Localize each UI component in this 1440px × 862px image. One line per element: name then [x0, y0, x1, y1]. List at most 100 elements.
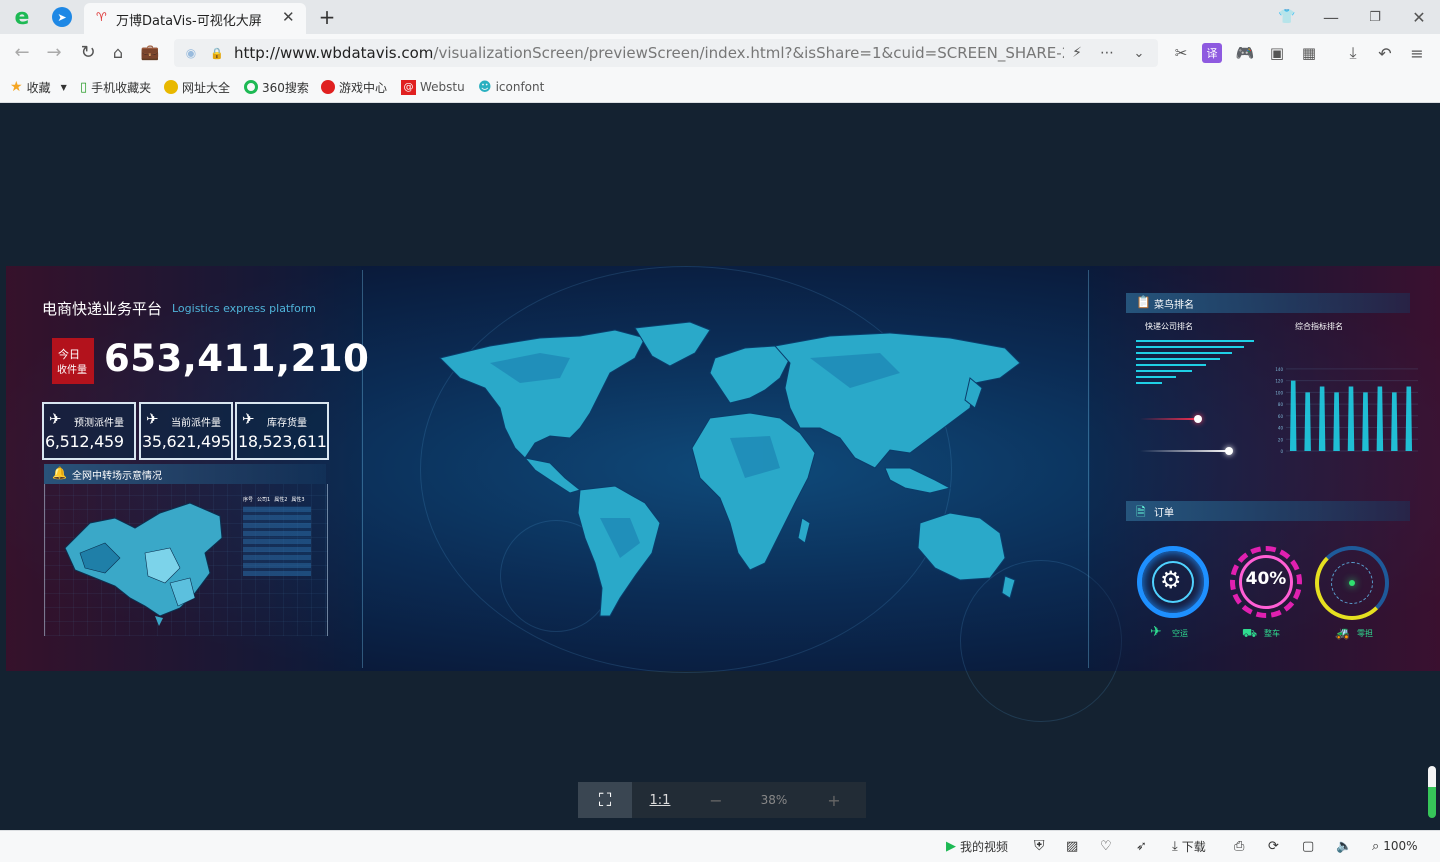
- url-host: http://www.wbdatavis.com: [234, 44, 434, 62]
- at-icon: @: [401, 79, 416, 95]
- more-icon[interactable]: ⋯: [1096, 42, 1118, 64]
- gauge-truck-label: 整车: [1264, 629, 1280, 638]
- telegram-icon[interactable]: ➤: [52, 7, 72, 27]
- map-section-header: 🔔 全网中转场示意情况: [44, 464, 326, 484]
- map-greenland: [634, 321, 711, 367]
- speaker-icon[interactable]: 🔈: [1336, 838, 1352, 854]
- bell-icon: 🔔: [52, 466, 67, 480]
- translate-icon[interactable]: 译: [1202, 43, 1222, 63]
- magnifier-icon: ⌕: [1372, 838, 1380, 854]
- airplane-icon: ✈: [146, 410, 159, 428]
- games-icon: [321, 80, 335, 94]
- world-map: [439, 321, 1021, 617]
- zoom-level: 38%: [760, 793, 788, 807]
- page-zoom-button[interactable]: ⌕ 100%: [1372, 838, 1418, 854]
- briefcase-icon[interactable]: 💼: [138, 40, 162, 64]
- security-icon[interactable]: ◉: [182, 44, 200, 62]
- chart-bar: [1304, 392, 1311, 451]
- map-asia: [774, 332, 1021, 469]
- download-button[interactable]: ⤓ 下载: [1172, 838, 1206, 854]
- bookmark-sites[interactable]: 网址大全: [164, 78, 230, 96]
- home-icon[interactable]: ⌂: [106, 40, 130, 64]
- truck-icon: ⛟: [1242, 626, 1258, 640]
- download-icon[interactable]: ⤓: [1342, 42, 1364, 64]
- today-label-2: 收件量: [57, 365, 87, 376]
- reader-icon[interactable]: ▣: [1266, 42, 1288, 64]
- search-360-icon: [244, 80, 258, 94]
- order-section-header: 🗎 订单: [1126, 501, 1410, 521]
- divider-right: [1088, 270, 1089, 668]
- bookmark-favorites[interactable]: ★ 收藏 ▼: [10, 78, 67, 96]
- menu-icon[interactable]: ≡: [1406, 42, 1428, 64]
- map-central-america: [523, 457, 582, 494]
- gauge-truck: 40%: [1230, 546, 1302, 618]
- lightning-icon[interactable]: ⚡: [1066, 42, 1088, 64]
- url-text[interactable]: http://www.wbdatavis.com/visualizationSc…: [234, 44, 1064, 62]
- y-tick-label: 0: [1280, 449, 1283, 454]
- bookmark-games[interactable]: 游戏中心: [321, 78, 387, 96]
- refresh-icon[interactable]: ⟳: [1268, 838, 1279, 854]
- tab-favicon-icon: ♈: [96, 10, 107, 24]
- rank-bar: [1136, 358, 1220, 360]
- insecure-lock-icon[interactable]: 🔒: [208, 44, 226, 62]
- vertical-scrollbar[interactable]: [1428, 766, 1436, 818]
- shirt-icon[interactable]: 👕: [1276, 6, 1298, 28]
- bookmark-webstu[interactable]: @ Webstu: [401, 78, 465, 96]
- dashboard-title: 电商快递业务平台: [42, 300, 163, 318]
- y-tick-label: 120: [1275, 379, 1283, 384]
- rank-bar: [1136, 352, 1232, 354]
- zoom-in-button[interactable]: +: [806, 782, 862, 818]
- browser-logo-icon[interactable]: e: [8, 4, 36, 30]
- rank-bar: [1136, 376, 1176, 378]
- game-icon[interactable]: 🎮: [1234, 42, 1256, 64]
- minimize-icon[interactable]: —: [1320, 6, 1342, 28]
- fit-screen-button[interactable]: ⛶: [578, 782, 632, 818]
- divider-left: [362, 270, 363, 668]
- shield-icon[interactable]: ⛨: [1034, 838, 1045, 854]
- today-label-1: 今日: [58, 348, 80, 361]
- china-map: [64, 502, 223, 626]
- kpi-value: 6,512,459: [45, 432, 124, 451]
- reload-icon[interactable]: ↻: [76, 40, 100, 64]
- today-received-value: 653,411,210: [104, 337, 370, 380]
- kpi-label: 当前派件量: [171, 418, 221, 429]
- heartbeat-icon[interactable]: ♡: [1100, 838, 1112, 854]
- bookmark-mobile[interactable]: ▯ 手机收藏夹: [80, 78, 151, 96]
- map-north-america: [439, 329, 646, 459]
- chevron-down-icon[interactable]: ⌄: [1128, 42, 1150, 64]
- courier-rank-bars: [1132, 338, 1262, 386]
- tab-close-icon[interactable]: ✕: [282, 8, 295, 26]
- window-icon[interactable]: ▢: [1302, 838, 1314, 854]
- gauge-ltl-label: 零担: [1357, 629, 1373, 638]
- chart-bar: [1318, 386, 1326, 451]
- map-madagascar: [797, 517, 811, 544]
- composite-rank-chart: 0 20 40 60 80 100 120 140: [1275, 367, 1418, 454]
- sites-icon: [164, 80, 178, 94]
- rank-bar: [1136, 382, 1162, 384]
- printer-icon[interactable]: ⎙: [1234, 838, 1244, 854]
- transfer-table: 序号 公司1 属性2 属性3: [243, 496, 311, 576]
- rocket-icon[interactable]: ➶: [1136, 838, 1147, 854]
- y-tick-label: 60: [1278, 414, 1284, 419]
- bookmark-iconfont[interactable]: ☻ iconfont: [478, 78, 544, 96]
- my-video-button[interactable]: ▶ 我的视频: [946, 838, 1008, 854]
- table-rows: [243, 506, 311, 576]
- forward-icon[interactable]: →: [42, 40, 66, 64]
- bookmark-360search[interactable]: 360搜索: [244, 78, 309, 96]
- image-icon[interactable]: ▨: [1066, 838, 1078, 854]
- active-tab[interactable]: ♈ 万博DataVis-可视化大屏 ✕: [84, 3, 306, 34]
- tractor-icon: 🚜: [1335, 626, 1350, 640]
- y-tick-label: 140: [1275, 367, 1283, 372]
- kpi-inventory: ✈ 库存货量 18,523,611: [235, 402, 329, 460]
- y-tick-label: 20: [1278, 437, 1284, 442]
- scissors-icon[interactable]: ✂: [1170, 42, 1192, 64]
- zoom-out-button[interactable]: −: [690, 782, 742, 818]
- undo-icon[interactable]: ↶: [1374, 42, 1396, 64]
- iconfont-icon: ☻: [478, 79, 492, 95]
- window-close-icon[interactable]: ✕: [1408, 6, 1430, 28]
- apps-grid-icon[interactable]: ▦: [1298, 42, 1320, 64]
- back-icon[interactable]: ←: [10, 40, 34, 64]
- new-tab-icon[interactable]: +: [316, 5, 338, 29]
- restore-icon[interactable]: ❐: [1364, 6, 1386, 28]
- actual-size-button[interactable]: 1:1: [634, 782, 686, 818]
